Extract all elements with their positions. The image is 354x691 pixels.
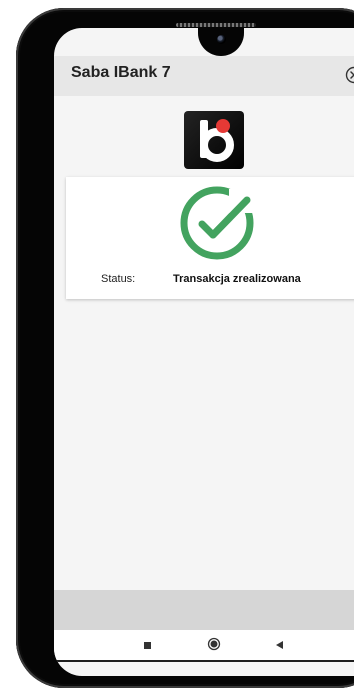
phone-screenshot: Saba IBank 7 Status: Transakcja zrealizo… [0,0,354,691]
phone-frame: Saba IBank 7 Status: Transakcja zrealizo… [16,8,354,688]
circle-home-icon[interactable] [207,637,221,651]
phone-screen: Saba IBank 7 Status: Transakcja zrealizo… [54,28,354,676]
status-label: Status: [101,273,136,285]
transaction-result-card: Status: Transakcja zrealizowana [66,177,354,299]
app-bottom-bar [54,590,354,630]
bank-logo-graphic [200,119,234,162]
app-header: Saba IBank 7 [54,56,354,96]
status-value: Transakcja zrealizowana [173,273,301,285]
square-recents-icon[interactable] [144,642,151,649]
app-body: Status: Transakcja zrealizowana [54,96,354,590]
front-camera-icon [217,35,226,44]
triangle-back-icon[interactable] [276,641,283,649]
bank-logo-icon [184,111,244,169]
close-icon[interactable] [345,66,354,84]
camera-notch [198,28,244,56]
check-circle-icon [180,186,257,260]
app-title: Saba IBank 7 [71,64,171,81]
android-navigation-bar [54,630,354,660]
screen-bottom-edge [54,660,354,662]
speaker-grill [176,23,256,27]
